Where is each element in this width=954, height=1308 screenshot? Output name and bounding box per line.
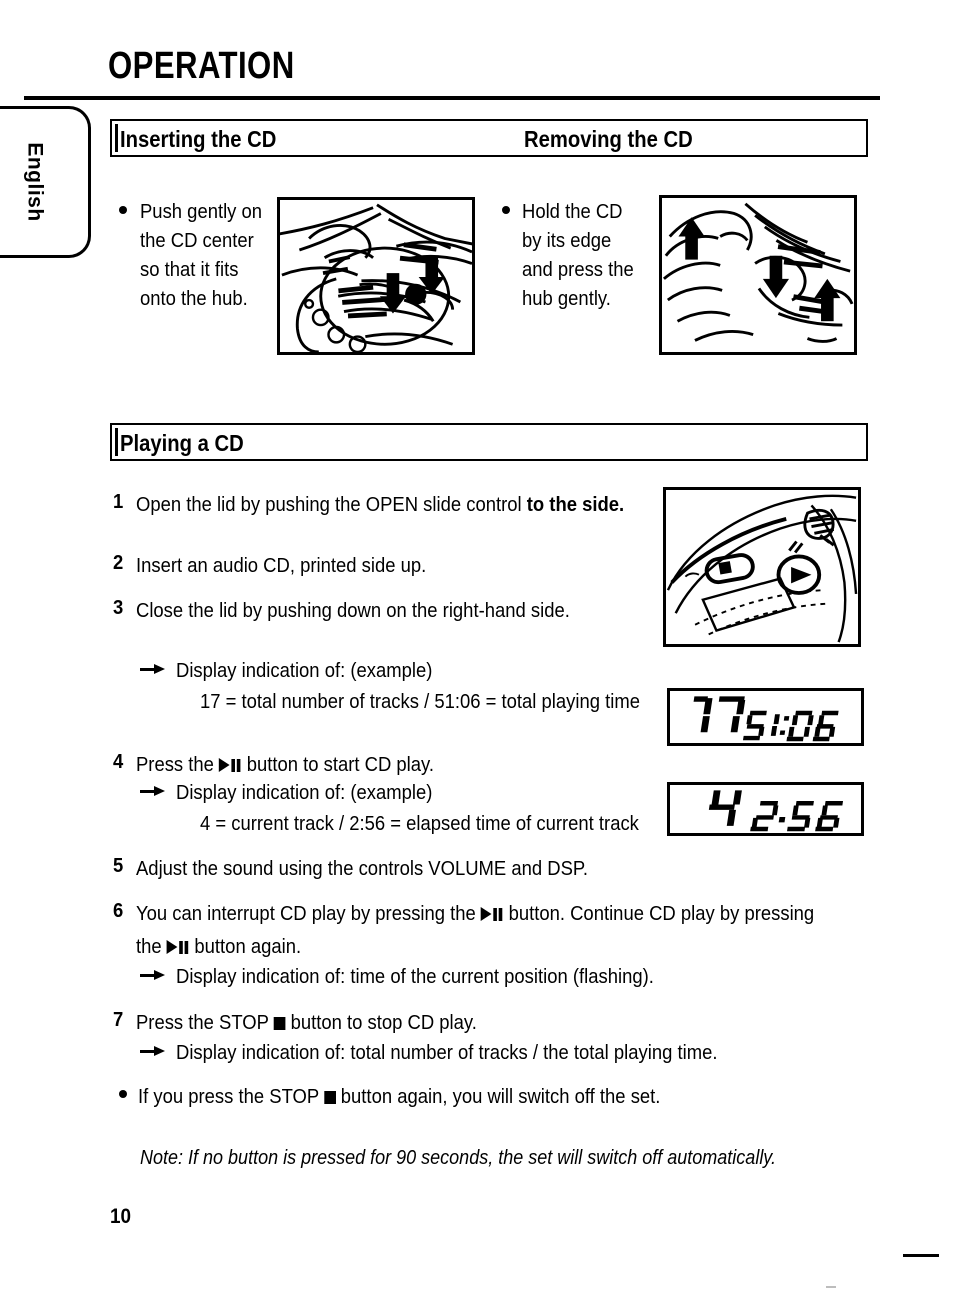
note-1-line-1: Display indication of: (example) bbox=[176, 659, 433, 682]
removing-cd-illustration bbox=[659, 195, 857, 355]
step-7-after: button to stop CD play. bbox=[285, 1011, 477, 1034]
step-4-after: button to start CD play. bbox=[241, 753, 435, 776]
note-4-line-1: Display indication of: total number of t… bbox=[176, 1041, 718, 1064]
cd-player-illustration bbox=[663, 487, 861, 647]
section-bar-playing bbox=[115, 428, 118, 456]
step-text-4: Press the button to start CD play. bbox=[136, 750, 434, 779]
step-1-bold: to the side. bbox=[526, 493, 625, 516]
section-title-inserting: Inserting the CD bbox=[120, 126, 277, 152]
play-pause-icon bbox=[166, 940, 190, 955]
arrow-bullet-1 bbox=[140, 663, 166, 675]
final-before: If you press the STOP bbox=[138, 1085, 324, 1108]
section-bar bbox=[115, 124, 118, 152]
step-text-6-line-2: the button again. bbox=[136, 932, 301, 961]
removing-line-2: by its edge bbox=[522, 229, 612, 252]
step-6-line1-after: button. Continue CD play by pressing bbox=[503, 902, 815, 925]
step-text-3: Close the lid by pushing down on the rig… bbox=[136, 599, 570, 622]
inserting-line-4: onto the hub. bbox=[140, 287, 248, 310]
play-pause-icon bbox=[480, 907, 504, 922]
removing-line-1: Hold the CD bbox=[522, 200, 623, 223]
section-title-removing: Removing the CD bbox=[524, 126, 693, 152]
note-3-line-1: Display indication of: time of the curre… bbox=[176, 965, 654, 988]
step-4-before: Press the bbox=[136, 753, 220, 776]
section-title-playing: Playing a CD bbox=[120, 430, 244, 456]
step-6-line1-before: You can interrupt CD play by pressing th… bbox=[136, 902, 481, 925]
step-6-line2-after: button again. bbox=[189, 935, 302, 958]
removing-line-4: hub gently. bbox=[522, 287, 611, 310]
step-text-2: Insert an audio CD, printed side up. bbox=[136, 554, 427, 577]
arrow-bullet-4 bbox=[140, 1045, 166, 1057]
removing-line-3: and press the bbox=[522, 258, 634, 281]
step-number-3: 3 bbox=[113, 596, 124, 619]
step-number-2: 2 bbox=[113, 551, 124, 574]
manual-page: OPERATION English Inserting the CD Remov… bbox=[0, 0, 954, 1308]
stop-icon bbox=[323, 1091, 336, 1104]
bullet-final bbox=[119, 1090, 127, 1098]
lcd-total-tracks-and-time bbox=[667, 688, 864, 746]
step-number-6: 6 bbox=[113, 899, 124, 922]
step-text-7: Press the STOP button to stop CD play. bbox=[136, 1008, 477, 1037]
note-2-line-1: Display indication of: (example) bbox=[176, 781, 433, 804]
step-number-1: 1 bbox=[113, 490, 124, 513]
inserting-cd-illustration bbox=[277, 197, 475, 355]
step-number-7: 7 bbox=[113, 1008, 124, 1031]
step-text-6-line-1: You can interrupt CD play by pressing th… bbox=[136, 899, 814, 928]
title-divider bbox=[24, 96, 880, 100]
final-after: button again, you will switch off the se… bbox=[335, 1085, 661, 1108]
scan-artifact-dash-2 bbox=[826, 1286, 836, 1288]
language-tab-label: English bbox=[23, 142, 47, 222]
inserting-line-2: the CD center bbox=[140, 229, 254, 252]
arrow-bullet-3 bbox=[140, 969, 166, 981]
note-auto-switch-off: Note: If no button is pressed for 90 sec… bbox=[140, 1147, 776, 1169]
scan-artifact-dash bbox=[903, 1254, 939, 1257]
step-number-4: 4 bbox=[113, 750, 124, 773]
bullet-removing bbox=[502, 206, 510, 214]
play-pause-icon bbox=[219, 758, 242, 773]
final-bullet-text: If you press the STOP button again, you … bbox=[138, 1082, 660, 1111]
stop-icon bbox=[273, 1017, 286, 1030]
note-1-line-2: 17 = total number of tracks / 51:06 = to… bbox=[200, 690, 640, 713]
lcd-current-track-and-elapsed bbox=[667, 782, 864, 836]
step-6-line2-before: the bbox=[136, 935, 167, 958]
inserting-line-1: Push gently on bbox=[140, 200, 263, 223]
step-7-before: Press the STOP bbox=[136, 1011, 274, 1034]
step-number-5: 5 bbox=[113, 854, 124, 877]
bullet-inserting bbox=[119, 206, 127, 214]
note-2-line-2: 4 = current track / 2:56 = elapsed time … bbox=[200, 812, 639, 835]
arrow-bullet-2 bbox=[140, 785, 166, 797]
step-text-5: Adjust the sound using the controls VOLU… bbox=[136, 857, 588, 880]
page-title: OPERATION bbox=[108, 45, 295, 87]
page-number: 10 bbox=[110, 1205, 132, 1228]
step-text-1: Open the lid by pushing the OPEN slide c… bbox=[136, 490, 624, 519]
step-1-plain: Open the lid by pushing the OPEN slide c… bbox=[136, 493, 527, 516]
language-tab: English bbox=[0, 106, 91, 258]
inserting-line-3: so that it fits bbox=[140, 258, 239, 281]
